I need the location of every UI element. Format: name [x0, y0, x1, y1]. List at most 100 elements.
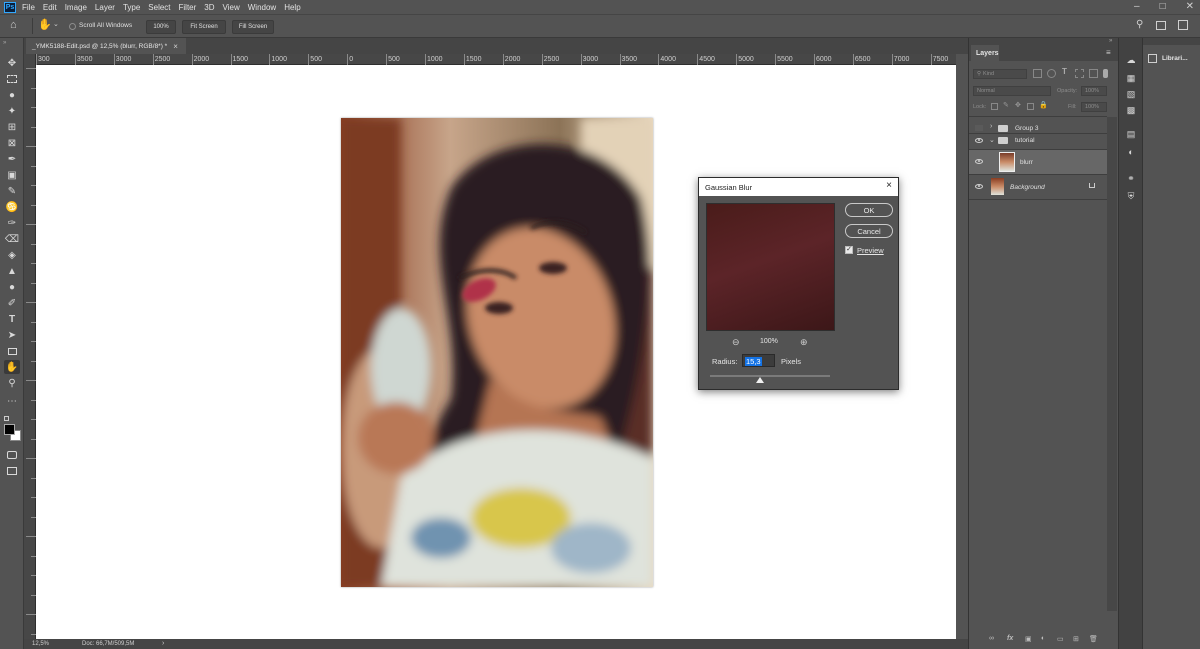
libraries-label[interactable]: Librari... [1162, 55, 1188, 62]
filter-smart-object-icon[interactable] [1089, 69, 1098, 78]
frame-tool-icon[interactable]: ⊠ [4, 136, 20, 150]
default-colors-icon[interactable] [4, 416, 9, 421]
lock-position-icon[interactable]: ✥ [1015, 101, 1021, 109]
chevron-down-icon[interactable]: ⌄ [989, 136, 995, 144]
fill-input[interactable]: 100% [1081, 102, 1107, 112]
eye-icon[interactable] [975, 138, 983, 143]
filter-type-icon[interactable]: T [1062, 67, 1067, 76]
lasso-tool-icon[interactable]: ⦁ [4, 88, 20, 102]
close-tab-icon[interactable]: × [173, 42, 178, 51]
adjustments-panel-icon[interactable]: ◐ [1125, 146, 1137, 158]
libraries-panel-icon[interactable]: ☁ [1125, 54, 1137, 66]
magic-wand-tool-icon[interactable]: ✦ [4, 104, 20, 118]
zoom-out-icon[interactable]: ⊖ [732, 337, 740, 348]
chevron-right-icon[interactable]: › [162, 640, 164, 647]
lock-all-icon[interactable]: 🔒 [1039, 101, 1048, 109]
lock-pixels-icon[interactable]: ✎ [1003, 101, 1009, 109]
adjustment-layer-icon[interactable]: ◐ [1041, 635, 1045, 642]
quick-mask-icon[interactable] [4, 448, 20, 462]
properties-panel-icon[interactable]: ▤ [1125, 128, 1137, 140]
pen-tool-icon[interactable]: ✐ [4, 296, 20, 310]
cancel-button[interactable]: Cancel [845, 224, 893, 238]
collapse-panel-icon[interactable]: » [1109, 38, 1112, 44]
hand-tool-preset-icon[interactable]: ✋ [38, 18, 52, 32]
share-icon[interactable] [1178, 20, 1188, 30]
close-window-icon[interactable]: ✕ [1186, 1, 1194, 12]
menu-type[interactable]: Type [123, 3, 140, 12]
patterns-panel-icon[interactable]: ▩ [1125, 104, 1137, 116]
filter-toggle-icon[interactable] [1103, 69, 1108, 78]
filter-adjustment-icon[interactable] [1047, 69, 1056, 78]
menu-image[interactable]: Image [65, 3, 87, 12]
workspace-icon[interactable] [1156, 21, 1166, 30]
panel-menu-icon[interactable]: ≡ [1106, 48, 1111, 57]
visibility-toggle-off[interactable] [975, 125, 983, 131]
menu-edit[interactable]: Edit [43, 3, 57, 12]
new-layer-icon[interactable]: ⊞ [1073, 635, 1079, 643]
paths-panel-icon[interactable]: ⛨ [1125, 190, 1137, 202]
new-group-icon[interactable]: ▭ [1057, 635, 1064, 643]
menu-layer[interactable]: Layer [95, 3, 115, 12]
fit-screen-button[interactable]: Fit Screen [182, 20, 226, 34]
dialog-close-icon[interactable]: × [886, 180, 892, 191]
minimize-icon[interactable]: – [1134, 1, 1140, 12]
dodge-tool-icon[interactable]: ● [4, 280, 20, 294]
delete-layer-icon[interactable]: 🗑 [1089, 635, 1098, 643]
filter-pixel-icon[interactable] [1033, 69, 1042, 78]
layer-row-background[interactable]: Background [969, 175, 1107, 199]
menu-view[interactable]: View [223, 3, 240, 12]
path-selection-tool-icon[interactable]: ➤ [4, 328, 20, 342]
preview-checkbox[interactable]: ✓ [845, 246, 853, 254]
blur-preview-pane[interactable] [706, 203, 835, 331]
maximize-icon[interactable]: □ [1160, 1, 1166, 12]
layer-style-icon[interactable]: fx [1007, 635, 1013, 642]
channels-panel-icon[interactable]: ⚭ [1125, 172, 1137, 184]
opacity-input[interactable]: 100% [1081, 86, 1107, 96]
radius-slider-thumb[interactable] [756, 377, 765, 383]
link-layers-icon[interactable]: ∞ [989, 635, 994, 642]
chevron-down-icon[interactable]: ⌄ [53, 20, 59, 28]
layers-scrollbar[interactable] [1107, 117, 1117, 611]
chevron-right-icon[interactable]: › [990, 123, 992, 130]
rectangle-tool-icon[interactable] [4, 344, 20, 358]
filter-kind-select[interactable]: ⚲ Kind [973, 69, 1027, 79]
type-tool-icon[interactable]: T [4, 312, 20, 326]
eyedropper-tool-icon[interactable]: ✒ [4, 152, 20, 166]
paint-bucket-tool-icon[interactable]: ◈ [4, 248, 20, 262]
eraser-tool-icon[interactable]: ⌫ [4, 232, 20, 246]
hand-tool-icon[interactable]: ✋ [4, 360, 20, 374]
blur-tool-icon[interactable]: ▲ [4, 264, 20, 278]
screen-mode-icon[interactable] [4, 464, 20, 478]
lock-transparent-icon[interactable] [991, 103, 998, 110]
zoom-tool-icon[interactable]: ⚲ [4, 376, 20, 390]
menu-help[interactable]: Help [284, 3, 300, 12]
healing-brush-tool-icon[interactable]: ▣ [4, 168, 20, 182]
swatches-panel-icon[interactable]: ▦ [1125, 72, 1137, 84]
zoom-level-readout[interactable]: 12,5% [32, 641, 49, 647]
history-brush-tool-icon[interactable]: ✑ [4, 216, 20, 230]
more-tools-icon[interactable]: ⋯ [4, 394, 20, 408]
radius-input[interactable]: 15,3 [742, 354, 775, 367]
menu-window[interactable]: Window [248, 3, 276, 12]
eye-icon[interactable] [975, 159, 983, 164]
zoom-100-button[interactable]: 100% [146, 20, 176, 34]
foreground-color-swatch[interactable] [4, 424, 15, 435]
add-mask-icon[interactable]: ▣ [1025, 635, 1032, 643]
gradients-panel-icon[interactable]: ▧ [1125, 88, 1137, 100]
document-tab[interactable]: _YMK5188-Edit.psd @ 12,5% (blurr, RGB/8*… [26, 38, 186, 54]
home-icon[interactable]: ⌂ [10, 19, 24, 33]
ok-button[interactable]: OK [845, 203, 893, 217]
brush-tool-icon[interactable]: ✎ [4, 184, 20, 198]
clone-stamp-tool-icon[interactable]: ♋ [4, 200, 20, 214]
marquee-tool-icon[interactable] [4, 72, 20, 86]
radius-slider-track[interactable] [710, 375, 830, 377]
scroll-all-windows-checkbox[interactable] [69, 23, 76, 30]
libraries-icon[interactable] [1148, 54, 1157, 63]
layer-row-tutorial[interactable]: ⌄ tutorial [969, 133, 1107, 149]
menu-select[interactable]: Select [148, 3, 170, 12]
lock-artboard-icon[interactable] [1027, 103, 1034, 110]
menu-file[interactable]: File [22, 3, 35, 12]
menu-filter[interactable]: Filter [179, 3, 197, 12]
filter-shape-icon[interactable] [1075, 69, 1084, 78]
zoom-in-icon[interactable]: ⊕ [800, 337, 808, 348]
